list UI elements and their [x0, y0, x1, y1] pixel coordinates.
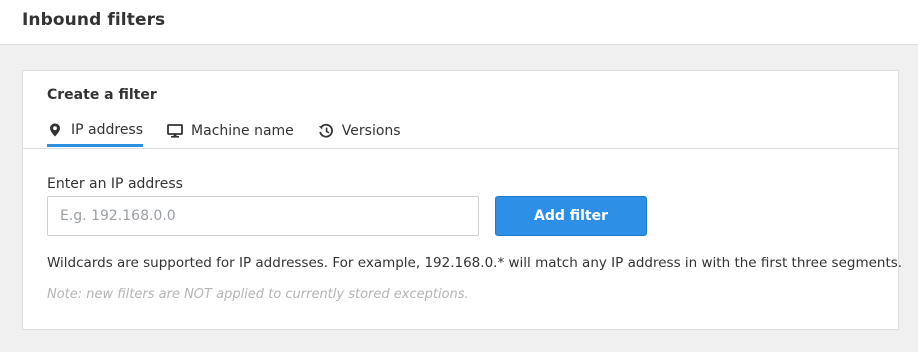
tab-label: Machine name [191, 123, 294, 139]
ip-address-label: Enter an IP address [47, 176, 183, 192]
filter-tabs: IP address Machine name Versions [47, 113, 425, 148]
card-title: Create a filter [47, 87, 157, 103]
tab-label: Versions [341, 123, 401, 139]
monitor-icon [167, 123, 183, 139]
tab-versions[interactable]: Versions [318, 113, 401, 147]
add-filter-button[interactable]: Add filter [495, 196, 647, 236]
create-filter-card: Create a filter IP address Machine name … [22, 70, 903, 330]
map-pin-icon [47, 122, 63, 138]
ip-address-input[interactable] [47, 196, 479, 236]
wildcard-help-text: Wildcards are supported for IP addresses… [47, 255, 903, 271]
history-icon [318, 123, 334, 139]
note-text: Note: new filters are NOT applied to cur… [47, 287, 469, 302]
card-header: Create a filter IP address Machine name … [23, 71, 898, 149]
page-title: Inbound filters [22, 10, 166, 30]
tab-machine-name[interactable]: Machine name [167, 113, 294, 147]
tab-ip-address[interactable]: IP address [47, 113, 144, 147]
top-bar: Inbound filters [0, 0, 918, 45]
tab-label: IP address [71, 121, 144, 138]
